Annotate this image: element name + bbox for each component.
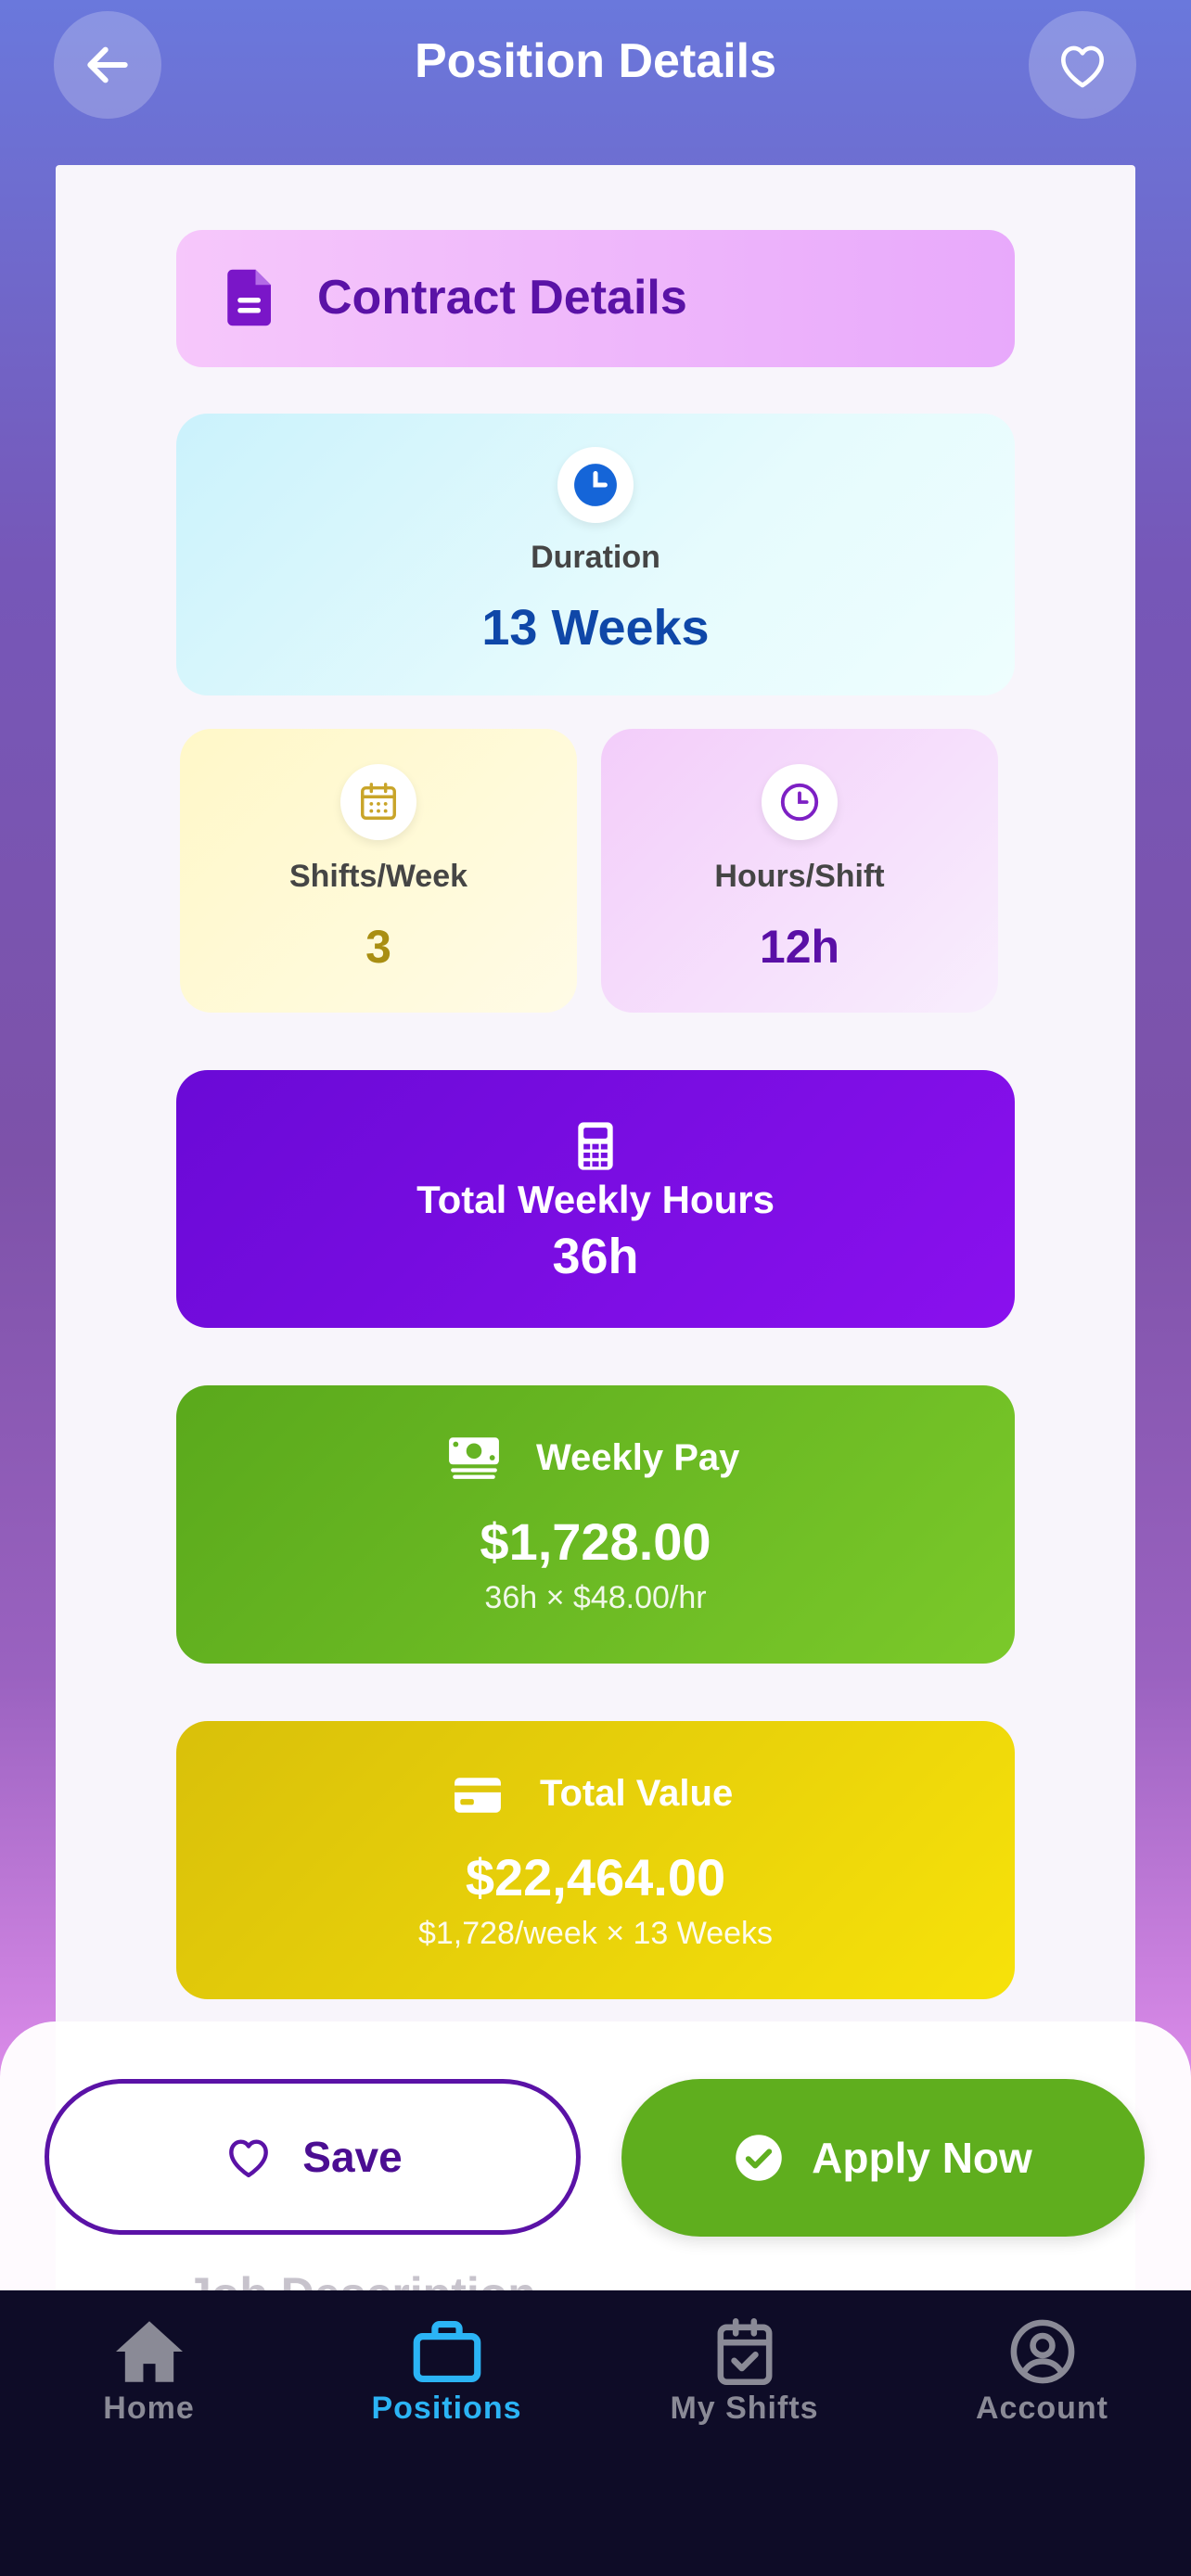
- shifts-value: 3: [365, 921, 391, 973]
- tab-positions[interactable]: Positions: [298, 2318, 596, 2427]
- app-header: Position Details: [0, 0, 1191, 139]
- money-icon: [449, 1437, 499, 1479]
- apply-now-label: Apply Now: [812, 2134, 1032, 2182]
- shifts-label: Shifts/Week: [288, 859, 468, 894]
- clock-outline-icon: [780, 783, 819, 822]
- shifts-icon-wrap: [340, 764, 416, 840]
- check-circle-icon: [736, 2135, 782, 2181]
- total-weekly-hours-card: Total Weekly Hours 36h: [176, 1070, 1015, 1328]
- page-title: Position Details: [414, 34, 777, 88]
- total-value-label: Total Value: [540, 1773, 734, 1814]
- total-value-detail: $1,728/week × 13 Weeks: [417, 1916, 774, 1951]
- apply-now-button[interactable]: Apply Now: [621, 2079, 1145, 2237]
- tab-account[interactable]: Account: [893, 2318, 1191, 2427]
- home-icon: [115, 2321, 183, 2382]
- contract-details-title: Contract Details: [317, 271, 687, 325]
- document-icon: [227, 269, 271, 326]
- bottom-tab-bar: Home Positions My Shifts Account: [0, 2290, 1191, 2576]
- duration-value: 13 Weeks: [481, 600, 710, 656]
- weekly-pay-card: Weekly Pay $1,728.00 36h × $48.00/hr: [176, 1385, 1015, 1664]
- duration-icon-wrap: [557, 447, 634, 523]
- weekly-pay-label: Weekly Pay: [536, 1437, 740, 1478]
- tab-account-label: Account: [976, 2391, 1108, 2426]
- tab-home[interactable]: Home: [0, 2318, 298, 2427]
- hours-icon-wrap: [762, 764, 838, 840]
- duration-card: Duration 13 Weeks: [176, 414, 1015, 695]
- heart-outline-icon: [1061, 45, 1104, 88]
- weekly-hours-label: Total Weekly Hours: [416, 1178, 775, 1221]
- contract-details-header: Contract Details: [176, 230, 1015, 367]
- tab-my-shifts[interactable]: My Shifts: [596, 2318, 893, 2427]
- shifts-per-week-card: Shifts/Week 3: [180, 729, 577, 1013]
- favorite-button[interactable]: [1029, 11, 1136, 119]
- heart-outline-icon: [229, 2139, 269, 2178]
- clock-filled-icon: [574, 464, 617, 506]
- save-button[interactable]: Save: [45, 2079, 581, 2235]
- calendar-icon: [361, 783, 396, 820]
- tab-positions-label: Positions: [371, 2391, 522, 2426]
- total-value-amount: $22,464.00: [465, 1848, 726, 1906]
- credit-card-icon: [455, 1778, 501, 1813]
- hours-label: Hours/Shift: [714, 859, 885, 894]
- calculator-icon: [578, 1122, 613, 1170]
- save-button-label: Save: [302, 2133, 403, 2181]
- hours-value: 12h: [759, 921, 840, 973]
- tab-my-shifts-label: My Shifts: [670, 2391, 819, 2426]
- weekly-hours-value: 36h: [552, 1229, 639, 1284]
- weekly-pay-value: $1,728.00: [480, 1512, 711, 1571]
- duration-label: Duration: [531, 540, 660, 575]
- hours-per-shift-card: Hours/Shift 12h: [601, 729, 998, 1013]
- tab-home-label: Home: [103, 2391, 195, 2426]
- calendar-check-icon: [717, 2318, 772, 2385]
- briefcase-icon: [413, 2320, 480, 2383]
- weekly-pay-detail: 36h × $48.00/hr: [484, 1580, 707, 1615]
- total-value-card: Total Value $22,464.00 $1,728/week × 13 …: [176, 1721, 1015, 1999]
- user-circle-icon: [1010, 2319, 1074, 2384]
